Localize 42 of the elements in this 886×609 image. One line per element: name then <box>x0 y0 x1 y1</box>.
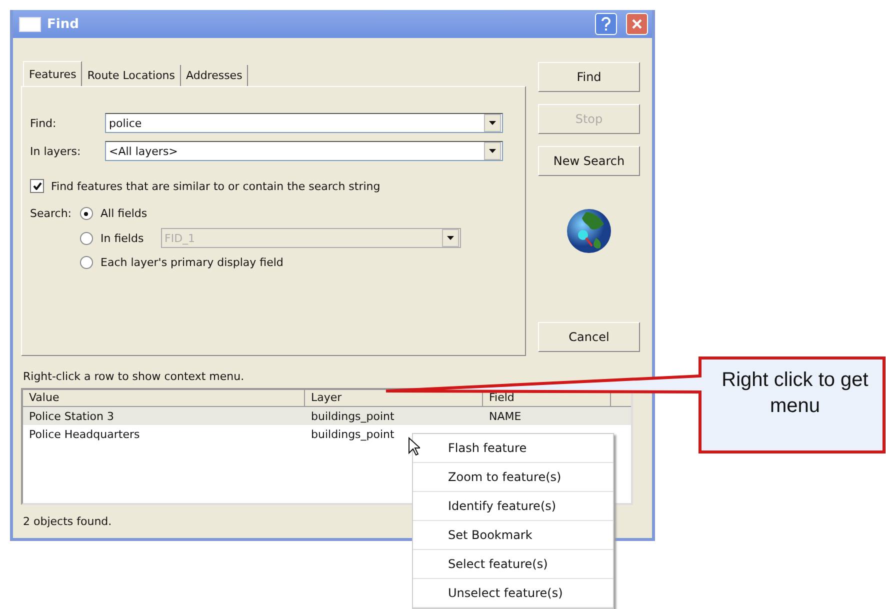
radio-label: All fields <box>100 207 148 220</box>
menu-item[interactable]: Flash feature <box>413 434 613 463</box>
tab[interactable]: Route Locations <box>82 65 181 86</box>
menu-item[interactable]: Identify feature(s) <box>413 492 613 521</box>
hint-text: Right-click a row to show context menu. <box>23 370 246 383</box>
table-cell-text: buildings_point <box>310 428 396 440</box>
table-cell-text: buildings_point <box>310 410 396 422</box>
menu-item[interactable]: Unselect feature(s) <box>413 579 613 608</box>
find-combo-box[interactable]: police <box>105 113 503 133</box>
window-title: Find <box>47 16 80 32</box>
search-label: Search: <box>30 207 72 222</box>
window-icon <box>19 16 41 32</box>
result-row[interactable]: Police Station 3 buildings_point NAME <box>23 407 631 425</box>
radio-label: In fields <box>100 232 145 244</box>
menu-item[interactable]: Select feature(s) <box>413 550 613 579</box>
field-label: Find: <box>30 116 58 130</box>
table-cell-text: Police Headquarters <box>28 428 141 440</box>
radio-label: Each layer's primary display field <box>100 256 284 269</box>
menu-item[interactable]: Set Bookmark <box>413 521 613 550</box>
help-button[interactable] <box>595 13 617 35</box>
dialog-button[interactable]: New Search <box>538 146 640 176</box>
menu-item[interactable]: Zoom to feature(s) <box>413 463 613 492</box>
close-icon <box>632 19 642 29</box>
dialog-button[interactable]: Find <box>538 62 640 92</box>
dialog-button[interactable]: Cancel <box>538 322 640 352</box>
close-button[interactable] <box>626 13 648 35</box>
column-header[interactable]: Value <box>23 390 305 406</box>
tab[interactable]: Addresses <box>181 65 248 86</box>
tab[interactable]: Features <box>23 61 82 86</box>
globe-icon <box>566 208 612 254</box>
checkbox-label: Find features that are similar to or contain the search string <box>51 180 380 192</box>
field-label: In layers: <box>30 144 82 158</box>
table-cell-text: Police Station 3 <box>28 410 115 422</box>
callout-text: Right click to get menu <box>720 368 870 419</box>
radio-button[interactable] <box>80 207 92 220</box>
question-mark-icon <box>601 17 611 31</box>
layers-combo-box[interactable]: <All layers> <box>105 141 503 161</box>
checkbox[interactable] <box>30 179 44 193</box>
radio-button[interactable] <box>80 232 92 244</box>
table-cell-text: NAME <box>488 410 522 422</box>
radio-button[interactable] <box>80 256 92 269</box>
status-text: 2 objects found. <box>22 515 113 528</box>
